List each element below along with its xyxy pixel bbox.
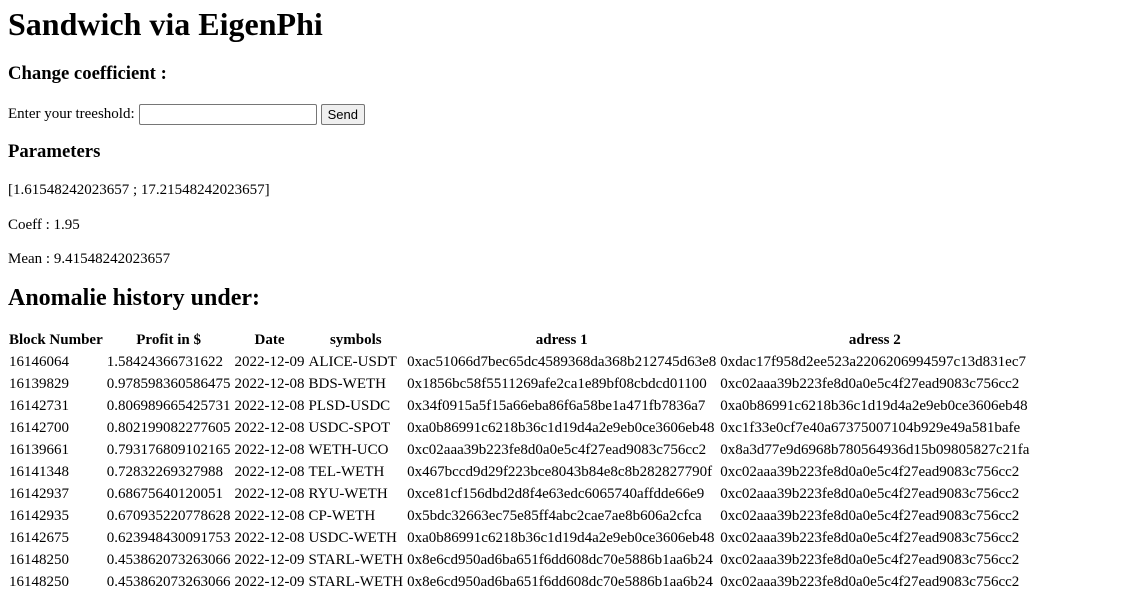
- table-row: 16146064 1.58424366731622 2022-12-09 ALICE-…: [8, 352, 1030, 372]
- column-header-adress-2: adress 2: [848, 332, 901, 348]
- page-content: Sandwich via EigenPhi Change coefficient…: [8, 0, 1138, 594]
- parameters-heading: Parameters: [8, 141, 101, 162]
- cell-symbols: WETH-UCO: [308, 442, 389, 458]
- cell-adress-2: 0xc02aaa39b223fe8d0a0e5c4f27ead9083c756c…: [720, 486, 1020, 502]
- cell-date: 2022-12-08: [234, 442, 305, 458]
- anomalie-history-heading: Anomalie history under:: [8, 285, 260, 311]
- cell-date: 2022-12-09: [234, 552, 305, 568]
- cell-profit: 0.802199082277605: [106, 420, 231, 436]
- cell-date: 2022-12-08: [234, 420, 305, 436]
- table-row: 16148250 0.453862073263066 2022-12-09 STARL…: [8, 572, 1030, 592]
- cell-date: 2022-12-08: [234, 376, 305, 392]
- table-header-row: Block Number Profit in $ Date symbols ad…: [8, 330, 1030, 350]
- cell-adress-1: 0x5bdc32663ec75e85ff4abc2cae7ae8b606a2cf…: [407, 508, 702, 524]
- cell-symbols: USDC-SPOT: [308, 420, 391, 436]
- cell-symbols: ALICE-USDT: [308, 354, 397, 370]
- cell-adress-2: 0xc02aaa39b223fe8d0a0e5c4f27ead9083c756c…: [720, 464, 1020, 480]
- table-row: 16142935 0.670935220778628 2022-12-08 CP-WE…: [8, 506, 1030, 526]
- cell-adress-1: 0xac51066d7bec65dc4589368da368b212745d63…: [407, 354, 717, 370]
- cell-profit: 0.806989665425731: [106, 398, 231, 414]
- cell-block-number: 16148250: [9, 552, 69, 568]
- cell-adress-1: 0x8e6cd950ad6ba651f6dd608dc70e5886b1aa6b…: [407, 552, 713, 568]
- change-coefficient-heading: Change coefficient :: [8, 63, 167, 84]
- cell-block-number: 16142675: [9, 530, 69, 546]
- cell-profit: 0.72832269327988: [106, 464, 223, 480]
- cell-adress-2: 0xc1f33e0cf7e40a67375007104b929e49a581ba…: [720, 420, 1021, 436]
- cell-date: 2022-12-08: [234, 530, 305, 546]
- cell-profit: 0.793176809102165: [106, 442, 231, 458]
- cell-symbols: STARL-WETH: [308, 552, 404, 568]
- cell-profit: 0.670935220778628: [106, 508, 231, 524]
- table-row: 16148250 0.453862073263066 2022-12-09 STARL…: [8, 550, 1030, 570]
- cell-adress-2: 0xc02aaa39b223fe8d0a0e5c4f27ead9083c756c…: [720, 552, 1020, 568]
- cell-date: 2022-12-08: [234, 464, 305, 480]
- cell-adress-2: 0xdac17f958d2ee523a2206206994597c13d831e…: [720, 354, 1026, 370]
- column-header-adress-1: adress 1: [535, 332, 588, 348]
- send-button[interactable]: Send: [320, 103, 366, 125]
- cell-block-number: 16146064: [9, 354, 69, 370]
- cell-date: 2022-12-08: [234, 508, 305, 524]
- cell-adress-1: 0x8e6cd950ad6ba651f6dd608dc70e5886b1aa6b…: [407, 574, 713, 590]
- cell-date: 2022-12-09: [234, 574, 305, 590]
- cell-block-number: 16142935: [9, 508, 69, 524]
- cell-date: 2022-12-09: [234, 354, 305, 370]
- column-header-symbols: symbols: [329, 332, 382, 348]
- cell-profit: 0.68675640120051: [106, 486, 223, 502]
- threshold-form: Enter your treeshold: Send: [8, 103, 1138, 125]
- cell-profit: 0.978598360586475: [106, 376, 231, 392]
- cell-adress-1: 0xce81cf156dbd2d8f4e63edc6065740affdde66…: [407, 486, 705, 502]
- cell-adress-1: 0x1856bc58f5511269afe2ca1e89bf08cbdcd011…: [407, 376, 707, 392]
- cell-adress-2: 0xa0b86991c6218b36c1d19d4a2e9eb0ce3606eb…: [720, 398, 1028, 414]
- table-row: 16142675 0.623948430091753 2022-12-08 USDC-…: [8, 528, 1030, 548]
- table-row: 16141348 0.72832269327988 2022-12-08 TEL-WE…: [8, 462, 1030, 482]
- cell-adress-1: 0xc02aaa39b223fe8d0a0e5c4f27ead9083c756c…: [407, 442, 707, 458]
- page-title: Sandwich via EigenPhi: [8, 6, 323, 42]
- cell-adress-1: 0x34f0915a5f15a66eba86f6a58be1a471fb7836…: [407, 398, 706, 414]
- cell-block-number: 16141348: [9, 464, 69, 480]
- table-row: 16142731 0.806989665425731 2022-12-08 PLSD-…: [8, 396, 1030, 416]
- cell-adress-1: 0xa0b86991c6218b36c1d19d4a2e9eb0ce3606eb…: [407, 420, 715, 436]
- cell-profit: 0.623948430091753: [106, 530, 231, 546]
- cell-symbols: USDC-WETH: [308, 530, 397, 546]
- cell-block-number: 16139661: [9, 442, 69, 458]
- cell-date: 2022-12-08: [234, 398, 305, 414]
- table-row: 16139829 0.978598360586475 2022-12-08 BDS-W…: [8, 374, 1030, 394]
- cell-adress-1: 0xa0b86991c6218b36c1d19d4a2e9eb0ce3606eb…: [407, 530, 715, 546]
- table-body: 16146064 1.58424366731622 2022-12-09 ALICE-…: [8, 352, 1030, 592]
- cell-adress-2: 0x8a3d77e9d6968b780564936d15b09805827c21…: [720, 442, 1030, 458]
- cell-block-number: 16142731: [9, 398, 69, 414]
- cell-block-number: 16139829: [9, 376, 69, 392]
- cell-adress-2: 0xc02aaa39b223fe8d0a0e5c4f27ead9083c756c…: [720, 376, 1020, 392]
- parameters-mean: Mean : 9.41548242023657: [8, 251, 171, 267]
- table-row: 16142937 0.68675640120051 2022-12-08 RYU-WE…: [8, 484, 1030, 504]
- cell-date: 2022-12-08: [234, 486, 305, 502]
- cell-symbols: CP-WETH: [308, 508, 376, 524]
- cell-block-number: 16142937: [9, 486, 69, 502]
- cell-symbols: BDS-WETH: [308, 376, 387, 392]
- column-header-date: Date: [254, 332, 285, 348]
- cell-adress-2: 0xc02aaa39b223fe8d0a0e5c4f27ead9083c756c…: [720, 530, 1020, 546]
- column-header-profit: Profit in $: [136, 332, 201, 348]
- cell-symbols: TEL-WETH: [308, 464, 385, 480]
- cell-symbols: STARL-WETH: [308, 574, 404, 590]
- cell-adress-1: 0x467bccd9d29f223bce8043b84e8c8b28282779…: [407, 464, 713, 480]
- cell-adress-2: 0xc02aaa39b223fe8d0a0e5c4f27ead9083c756c…: [720, 508, 1020, 524]
- cell-symbols: PLSD-USDC: [308, 398, 391, 414]
- table-row: 16142700 0.802199082277605 2022-12-08 USDC-…: [8, 418, 1030, 438]
- parameters-coeff: Coeff : 1.95: [8, 217, 80, 233]
- cell-symbols: RYU-WETH: [308, 486, 388, 502]
- cell-block-number: 16142700: [9, 420, 69, 436]
- anomalies-table: Block Number Profit in $ Date symbols ad…: [6, 328, 1032, 594]
- cell-adress-2: 0xc02aaa39b223fe8d0a0e5c4f27ead9083c756c…: [720, 574, 1020, 590]
- cell-profit: 0.453862073263066: [106, 552, 231, 568]
- cell-profit: 0.453862073263066: [106, 574, 231, 590]
- threshold-input[interactable]: [138, 103, 317, 125]
- parameters-range: [1.61548242023657 ; 17.21548242023657]: [8, 182, 270, 198]
- cell-block-number: 16148250: [9, 574, 69, 590]
- table-row: 16139661 0.793176809102165 2022-12-08 WETH-…: [8, 440, 1030, 460]
- threshold-label: Enter your treeshold:: [8, 105, 135, 122]
- cell-profit: 1.58424366731622: [106, 354, 223, 370]
- column-header-block-number: Block Number: [9, 332, 103, 348]
